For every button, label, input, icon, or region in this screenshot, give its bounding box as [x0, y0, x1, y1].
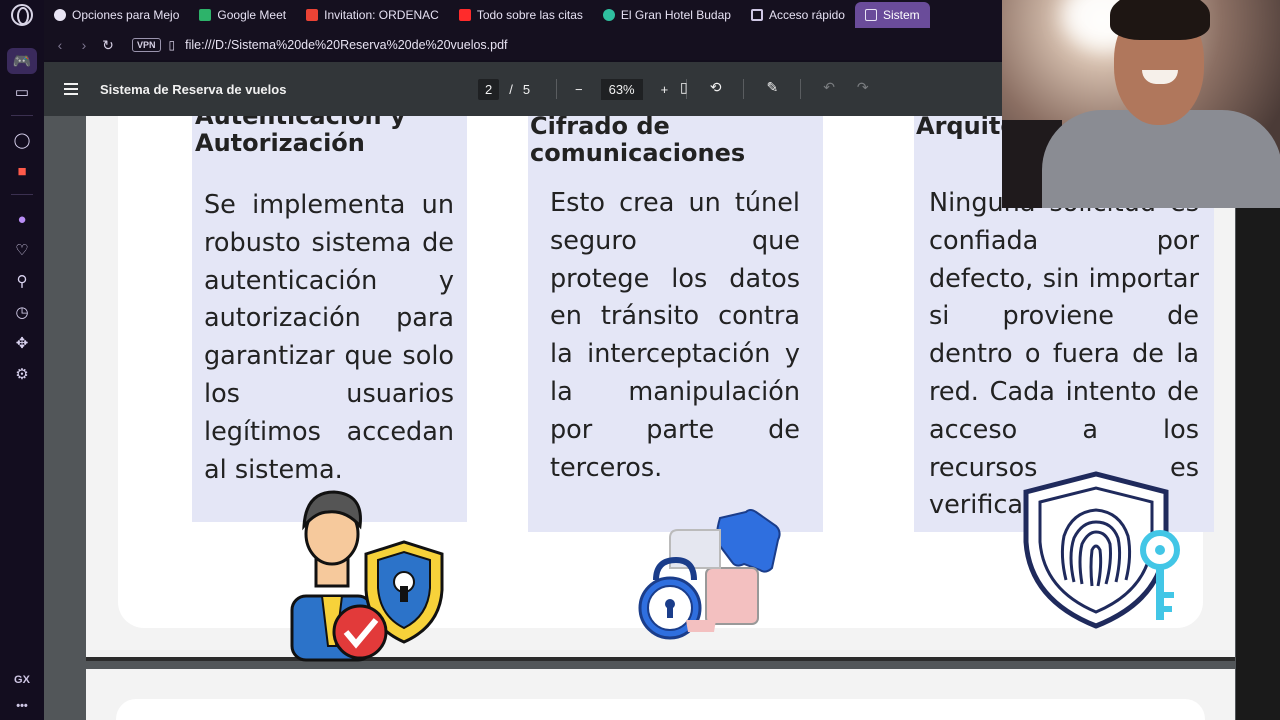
grid-icon [750, 9, 763, 21]
tab-favicon-icon [54, 9, 66, 21]
user-shield-check-icon [290, 490, 444, 662]
toolbar-divider [556, 79, 557, 99]
tab-gmail-invitation[interactable]: Invitation: ORDENAC [296, 2, 449, 28]
gmail-icon [306, 9, 319, 21]
back-arrow-icon[interactable]: ‹ [48, 37, 72, 53]
undo-icon[interactable]: ↶ [823, 79, 835, 99]
messenger-icon[interactable]: ■ [7, 158, 37, 184]
column-heading: Autenticación y Autorización [195, 116, 406, 157]
tab-label: Todo sobre las citas [476, 8, 583, 22]
tab-google-meet[interactable]: Google Meet [189, 2, 296, 28]
tab-sistema-pdf[interactable]: Sistem [854, 2, 930, 28]
document-icon [864, 9, 877, 21]
google-meet-icon [199, 9, 212, 21]
more-icon[interactable]: ••• [16, 700, 28, 712]
tab-hotel[interactable]: El Gran Hotel Budap [593, 2, 741, 28]
padlock-puzzle-icon [638, 509, 781, 640]
tab-acceso-rapido[interactable]: Acceso rápido [741, 2, 855, 28]
column-autenticacion: Autenticación y Autorización Se implemen… [192, 116, 467, 522]
next-page-card [116, 699, 1205, 720]
fingerprint-shield-key-icon [1023, 471, 1180, 629]
current-page-input[interactable]: 2 [478, 78, 500, 100]
reload-icon[interactable]: ↻ [96, 37, 120, 54]
opera-logo-icon[interactable] [11, 4, 33, 26]
menu-hamburger-icon[interactable] [64, 80, 78, 98]
tab-label: Sistem [882, 8, 920, 22]
total-pages: 5 [522, 81, 531, 97]
history-clock-icon[interactable]: ◷ [7, 299, 37, 325]
redo-icon[interactable]: ↷ [857, 79, 869, 99]
heart-icon[interactable]: ♡ [7, 237, 37, 263]
gx-control-icon[interactable]: 🎮 [7, 48, 37, 74]
sidebar-divider [11, 194, 33, 195]
rotate-icon[interactable]: ⟲ [710, 79, 722, 99]
pin-icon[interactable]: ⚲ [7, 268, 37, 294]
zoom-level-input[interactable]: 63% [600, 78, 643, 100]
tab-label: Invitation: ORDENAC [324, 8, 439, 22]
tab-label: Opciones para Mejo [72, 8, 180, 22]
tab-youtube-citas[interactable]: Todo sobre las citas [449, 2, 593, 28]
zoom-in-icon[interactable]: + [661, 82, 669, 97]
tab-label: Acceso rápido [768, 8, 845, 22]
toolbar-divider [743, 79, 745, 99]
zoom-controls: − 63% + [556, 78, 688, 100]
sidebar-divider [11, 115, 33, 116]
gx-label[interactable]: GX [14, 674, 30, 686]
youtube-icon [458, 9, 471, 21]
spotify-icon[interactable]: ● [7, 206, 37, 232]
pdf-title: Sistema de Reserva de vuelos [100, 81, 287, 97]
briefcase-icon[interactable]: ▭ [7, 79, 37, 105]
pdf-tools: ▯ ⟲ ✎ ↶ ↷ [680, 79, 869, 99]
vpn-badge[interactable]: VPN [132, 38, 161, 52]
column-body: Esto crea un túnel seguro que protege lo… [550, 188, 800, 483]
column-cifrado: Cifrado de comunicaciones Esto crea un t… [528, 116, 823, 532]
page-indicator: 2 / 5 [478, 78, 531, 100]
column-heading: Cifrado de comunicaciones [530, 116, 746, 167]
column-body: Se implementa un robusto sistema de aute… [204, 190, 454, 485]
browser-sidebar: 🎮 ▭ ◯ ■ ● ♡ ⚲ ◷ ✥ ⚙ GX ••• [0, 0, 44, 720]
forward-arrow-icon[interactable]: › [72, 37, 96, 53]
extensions-icon[interactable]: ✥ [7, 330, 37, 356]
annotate-pen-icon[interactable]: ✎ [766, 79, 778, 99]
url-field[interactable]: file:///D:/Sistema%20de%20Reserva%20de%2… [185, 38, 507, 52]
toolbar-divider [800, 79, 802, 99]
presenter-hair [1110, 0, 1210, 40]
zoom-out-icon[interactable]: − [575, 82, 583, 97]
settings-gear-icon[interactable]: ⚙ [7, 361, 37, 387]
tab-opciones[interactable]: Opciones para Mejo [44, 2, 189, 28]
tab-label: El Gran Hotel Budap [620, 8, 731, 22]
pdf-next-page [86, 669, 1235, 720]
webcam-overlay [1002, 0, 1280, 208]
tab-label: Google Meet [217, 8, 287, 22]
page-separator: / [509, 81, 513, 97]
whatsapp-icon[interactable]: ◯ [7, 127, 37, 153]
file-icon: ▯ [168, 38, 176, 52]
fit-page-icon[interactable]: ▯ [680, 79, 688, 99]
tripadvisor-icon [602, 9, 615, 21]
